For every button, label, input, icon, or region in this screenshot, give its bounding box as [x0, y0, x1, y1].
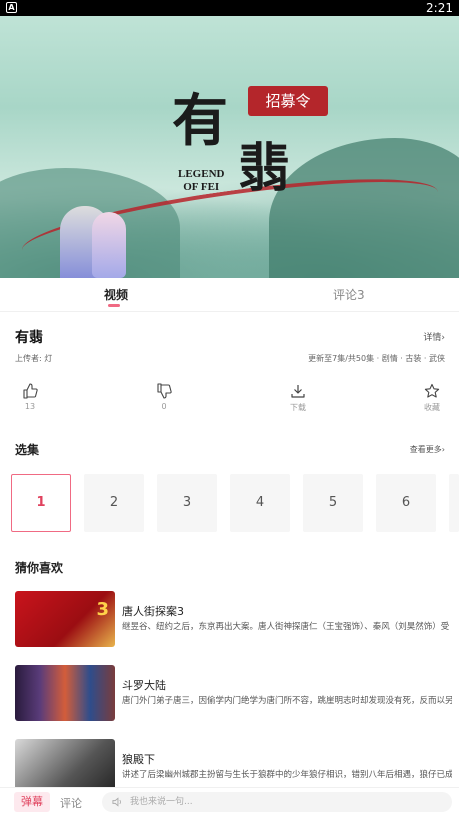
recommend-name: 斗罗大陆 — [122, 679, 166, 692]
comment-input[interactable]: 我也来说一句... — [102, 792, 452, 812]
speaker-icon — [112, 797, 121, 807]
recommend-item[interactable]: 斗罗大陆 唐门外门弟子唐三，因偷学内门绝学为唐门所不容，跳崖明志时却发现没有死，… — [15, 665, 452, 721]
recommend-thumbnail: 3 — [15, 591, 115, 647]
video-title: 有翡 — [15, 330, 43, 346]
poster-title-line2: 翡 — [238, 138, 291, 199]
favorite-label: 收藏 — [424, 403, 440, 412]
recommend-desc: 唐门外门弟子唐三，因偷学内门绝学为唐门所不容，跳崖明志时却发现没有死，反而以另 — [122, 696, 452, 706]
recommend-item[interactable]: 3 唐人街探案3 继昱谷、纽约之后，东京再出大案。唐人街神探唐仁（王宝强饰）、秦… — [15, 591, 449, 647]
recommend-desc: 继昱谷、纽约之后，东京再出大案。唐人街神探唐仁（王宝强饰）、秦风（刘昊然饰）受 — [122, 622, 450, 632]
status-clock: 2:21 — [426, 1, 453, 15]
content-tabs: 视频 评论3 — [0, 278, 459, 312]
download-icon — [291, 385, 305, 398]
episode-6[interactable]: 6 — [376, 474, 436, 532]
danmaku-tab[interactable]: 弹幕 — [14, 792, 50, 812]
episode-1[interactable]: 1 — [11, 474, 71, 532]
episode-partial[interactable] — [449, 474, 459, 532]
status-bar: A 2:21 — [0, 0, 459, 16]
episode-5[interactable]: 5 — [303, 474, 363, 532]
poster-badge: 招募令 — [248, 86, 328, 116]
poster-legend-line1: LEGEND — [178, 168, 225, 180]
recommend-title: 猜你喜欢 — [15, 561, 64, 575]
details-link[interactable]: 详情› — [423, 330, 445, 343]
thumbs-down-icon — [157, 383, 172, 399]
episodes-title: 选集 — [15, 443, 40, 457]
download-button[interactable]: 下载 — [278, 383, 318, 413]
recommend-thumbnail — [15, 665, 115, 721]
star-icon — [424, 383, 440, 398]
video-meta: 更新至7集/共50集 · 剧情 · 古装 · 武侠 — [308, 354, 445, 363]
tab-comments[interactable]: 评论3 — [333, 286, 365, 303]
tab-active-indicator — [108, 304, 120, 307]
episodes-more-link[interactable]: 查看更多› — [410, 444, 445, 455]
thumbs-up-icon — [23, 383, 38, 399]
poster-legend-line2: OF FEI — [183, 181, 220, 193]
bottom-bar: 弹幕 评论 我也来说一句... — [0, 787, 459, 813]
thumbnail-number: 3 — [96, 599, 109, 620]
app-notification-icon: A — [6, 2, 17, 13]
like-count: 13 — [24, 402, 36, 411]
dislike-count: 0 — [161, 402, 167, 411]
poster-legend: LEGEND OF FEI — [178, 168, 224, 194]
like-button[interactable]: 13 — [10, 383, 50, 411]
poster-figure-female — [92, 212, 126, 278]
favorite-button[interactable]: 收藏 — [412, 383, 452, 413]
uploader-text: 上传者: 灯 — [15, 354, 53, 363]
poster-title-line1: 有 — [172, 88, 230, 154]
comment-placeholder: 我也来说一句... — [130, 797, 193, 807]
recommend-name: 唐人街探案3 — [122, 605, 184, 618]
download-label: 下载 — [290, 403, 306, 412]
tab-video[interactable]: 视频 — [104, 286, 128, 303]
recommend-desc: 讲述了后梁幽州城郡主扮留与生长于狼群中的少年狼仔相识，错别八年后相遇，狼仔已成 — [122, 770, 452, 780]
recommend-name: 狼殿下 — [122, 753, 155, 766]
episode-4[interactable]: 4 — [230, 474, 290, 532]
episode-list: 1 2 3 4 5 6 — [11, 474, 459, 532]
dislike-button[interactable]: 0 — [144, 383, 184, 411]
episode-2[interactable]: 2 — [84, 474, 144, 532]
episode-3[interactable]: 3 — [157, 474, 217, 532]
comment-tab[interactable]: 评论 — [60, 795, 82, 811]
video-poster[interactable]: 有 翡 招募令 LEGEND OF FEI — [0, 16, 459, 278]
